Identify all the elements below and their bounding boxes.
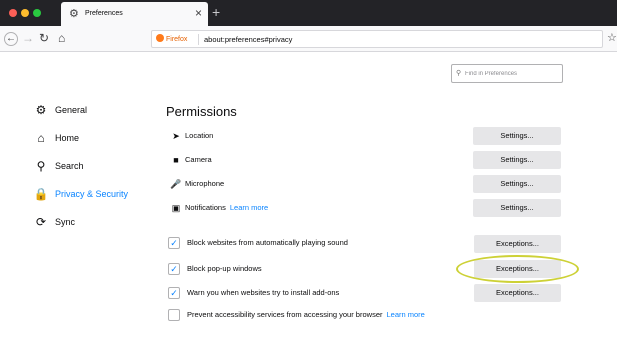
new-tab-icon[interactable]: +	[212, 4, 220, 20]
sidebar-item-sync[interactable]: ⟳ Sync	[33, 214, 75, 230]
autoplay-exceptions-button[interactable]: Exceptions...	[474, 235, 561, 253]
sidebar-item-general[interactable]: ⚙ General	[33, 102, 87, 118]
microphone-icon: 🎤	[170, 179, 182, 189]
learn-more-link[interactable]: Learn more	[230, 202, 268, 214]
search-input[interactable]	[465, 67, 561, 80]
lock-icon: 🔒	[33, 187, 49, 201]
home-icon[interactable]: ⌂	[58, 31, 65, 45]
permission-row-location: ➤ Location	[170, 129, 213, 143]
checkbox-label: Block websites from automatically playin…	[187, 238, 348, 247]
warn-addons-checkbox[interactable]: ✓	[168, 287, 180, 299]
block-popups-row: ✓ Block pop-up windows	[168, 262, 262, 276]
search-icon: ⚲	[36, 159, 46, 173]
camera-settings-button[interactable]: Settings...	[473, 151, 561, 169]
forward-icon[interactable]: →	[22, 31, 34, 45]
checkbox-label: Prevent accessibility services from acce…	[187, 310, 383, 319]
url-bar[interactable]: Firefox about:preferences#privacy	[151, 30, 603, 48]
prevent-accessibility-checkbox[interactable]	[168, 309, 180, 321]
learn-more-link[interactable]: Learn more	[386, 309, 424, 321]
checkbox-label: Warn you when websites try to install ad…	[187, 288, 340, 297]
sync-icon: ⟳	[35, 215, 47, 229]
star-icon[interactable]: ☆	[607, 31, 617, 45]
notification-icon: ▣	[171, 203, 181, 213]
page-title: Permissions	[166, 104, 237, 119]
block-popups-checkbox[interactable]: ✓	[168, 263, 180, 275]
notifications-settings-button[interactable]: Settings...	[473, 199, 561, 217]
sidebar-item-label: Privacy & Security	[55, 189, 129, 199]
permission-label: Notifications	[185, 203, 226, 212]
home-icon: ⌂	[37, 131, 45, 145]
identity-badge[interactable]: Firefox	[156, 34, 187, 45]
sidebar-item-home[interactable]: ⌂ Home	[33, 130, 79, 146]
location-settings-button[interactable]: Settings...	[473, 127, 561, 145]
sidebar-item-label: Search	[55, 161, 84, 171]
permission-label: Microphone	[185, 179, 225, 188]
reload-icon[interactable]: ↻	[39, 31, 49, 45]
block-autoplay-row: ✓ Block websites from automatically play…	[168, 236, 348, 250]
location-arrow-icon: ➤	[172, 131, 180, 141]
camera-icon: ■	[173, 155, 179, 165]
permission-row-microphone: 🎤 Microphone	[170, 177, 224, 191]
permission-row-notifications: ▣ Notifications Learn more	[170, 201, 268, 215]
url-text[interactable]: about:preferences#privacy	[204, 34, 292, 45]
permission-label: Location	[185, 131, 214, 140]
warn-addons-row: ✓ Warn you when websites try to install …	[168, 286, 339, 300]
firefox-badge-label: Firefox	[166, 36, 188, 43]
sidebar-item-label: Sync	[55, 217, 76, 227]
microphone-settings-button[interactable]: Settings...	[473, 175, 561, 193]
highlight-annotation	[456, 255, 579, 283]
prevent-accessibility-row: Prevent accessibility services from acce…	[168, 308, 425, 322]
permission-label: Camera	[185, 155, 212, 164]
nav-bar: ← → ↻ ⌂ Firefox about:preferences#privac…	[0, 26, 617, 52]
sidebar-item-privacy-security[interactable]: 🔒 Privacy & Security	[33, 186, 129, 202]
close-window-button[interactable]	[9, 9, 17, 17]
back-icon[interactable]: ←	[4, 32, 18, 46]
search-box[interactable]: ⚲	[451, 64, 563, 83]
block-autoplay-checkbox[interactable]: ✓	[168, 237, 180, 249]
maximize-window-button[interactable]	[33, 9, 41, 17]
close-tab-icon[interactable]: ×	[195, 6, 202, 20]
minimize-window-button[interactable]	[21, 9, 29, 17]
tab-title: Preferences	[85, 10, 123, 17]
firefox-icon	[156, 34, 164, 42]
gear-icon: ⚙	[35, 103, 47, 117]
sidebar-item-label: General	[55, 105, 88, 115]
sidebar-item-label: Home	[55, 133, 80, 143]
search-icon: ⚲	[456, 70, 462, 77]
permission-row-camera: ■ Camera	[170, 153, 212, 167]
addons-exceptions-button[interactable]: Exceptions...	[474, 284, 561, 302]
tab-preferences[interactable]: ⚙ Preferences ×	[61, 2, 208, 26]
sidebar-item-search[interactable]: ⚲ Search	[33, 158, 84, 174]
gear-icon: ⚙	[69, 8, 79, 20]
tab-bar: ⚙ Preferences × +	[0, 0, 617, 26]
checkbox-label: Block pop-up windows	[187, 264, 262, 273]
url-separator	[198, 34, 199, 45]
